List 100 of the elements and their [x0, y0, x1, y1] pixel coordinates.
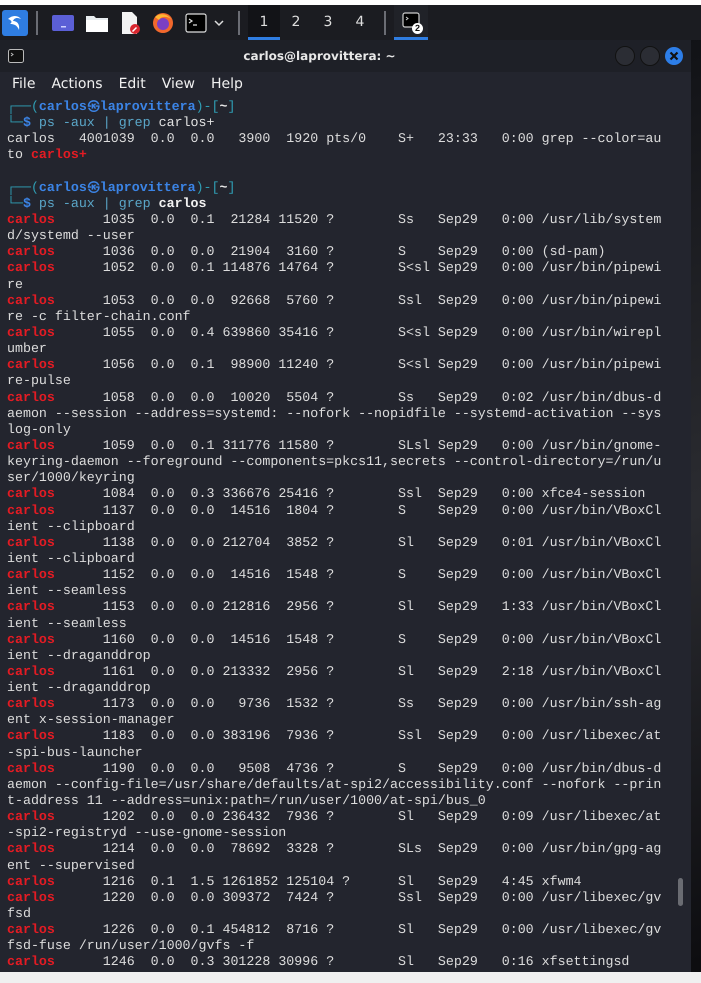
command-continuation: ient --seamless: [7, 583, 127, 598]
workspace-tab[interactable]: 3: [312, 5, 344, 40]
terminal-task-button[interactable]: 2: [394, 5, 428, 40]
prompt-user-host: carlos㉿laprovittera: [38, 99, 196, 114]
process-user: carlos: [7, 728, 55, 744]
prompt-frame: ]: [228, 180, 236, 195]
process-user: carlos: [7, 841, 55, 856]
document-pencil-icon[interactable]: [119, 10, 141, 34]
process-user: carlos: [7, 922, 55, 938]
command-text: ps -aux | grep: [38, 196, 151, 211]
command-continuation: aemon --config-file=/usr/share/defaults/at-spi2/accessibility.conf --nofork --prin: [7, 776, 662, 792]
process-row-text: 1160 0.0 0.0 14516 1548 ? S Sep29 0:00 /usr/bin/VBoxCl: [102, 632, 662, 647]
process-user: carlos: [7, 632, 55, 647]
command-continuation: re-pulse: [7, 373, 71, 388]
process-user: carlos: [7, 131, 55, 146]
prompt-frame: └─: [7, 115, 23, 130]
process-row-text: 1190 0.0 0.0 9508 4736 ? S Sep29 0:00 /usr/bin/dbus-d: [102, 760, 662, 776]
process-row-text: 1036 0.0 0.0 21904 3160 ? S Sep29 0:00 (sd-pam): [102, 244, 606, 260]
command-continuation: ient --clipboard: [7, 518, 135, 534]
prompt-sign: $: [22, 196, 31, 211]
command-argument: carlos+: [158, 115, 214, 130]
command-continuation: fsd: [7, 906, 31, 922]
process-user: carlos: [7, 696, 55, 712]
menu-item[interactable]: Edit: [110, 76, 154, 92]
workspace-tab[interactable]: 1: [248, 5, 280, 40]
process-user: carlos: [7, 534, 55, 550]
command-continuation: ient --draganddrop: [7, 680, 151, 696]
process-user: carlos: [7, 390, 55, 405]
command-continuation: re: [7, 276, 23, 292]
prompt-directory: ~: [220, 180, 228, 195]
process-row-text: 1084 0.0 0.3 336676 25416 ? Ssl Sep29 0:00 xfce4-session: [102, 486, 646, 502]
command-continuation: umber: [7, 341, 47, 356]
dragon-menu-icon[interactable]: [2, 10, 28, 36]
window-title: carlos@laprovittera: ~: [242, 49, 397, 63]
process-user: carlos: [7, 664, 55, 679]
process-row-text: 1214 0.0 0.0 78692 3328 ? SLs Sep29 0:00 /usr/bin/gpg-ag: [102, 841, 662, 856]
process-row-text: 1055 0.0 0.4 639860 35416 ? S<sl Sep29 0:00 /usr/bin/wirepl: [102, 324, 662, 340]
menu-item[interactable]: Help: [202, 76, 251, 92]
command-continuation: keyring-daemon --foreground --components=pkcs11,secrets --control-directory=/run/u: [7, 454, 662, 470]
process-user: carlos: [7, 567, 55, 582]
process-user: carlos: [7, 874, 55, 889]
prompt-frame: ┌──(: [7, 180, 39, 195]
process-row-text: 1058 0.0 0.0 10020 5504 ? Ss Sep29 0:02 /usr/bin/dbus-d: [102, 390, 662, 405]
command-continuation: t-address 11 --address=unix:path=/run/user/1000/at-spi/bus_0: [7, 793, 486, 808]
process-user: carlos: [7, 486, 55, 502]
process-row-text: 1202 0.0 0.0 236432 7936 ? Sl Sep29 0:09 /usr/libexec/at: [102, 809, 662, 824]
desktop-icon[interactable]: [51, 12, 75, 32]
process-user: carlos: [7, 357, 55, 372]
process-row-text: 1035 0.0 0.1 21284 11520 ? Ss Sep29 0:00 /usr/lib/system: [102, 212, 662, 227]
process-user: carlos: [7, 954, 55, 970]
command-text: ps -aux | grep: [38, 115, 151, 130]
menu-item[interactable]: View: [154, 76, 203, 92]
process-row-text: 1183 0.0 0.0 383196 7936 ? Ssl Sep29 0:00 /usr/libexec/at: [102, 728, 662, 744]
prompt-sign: $: [22, 115, 31, 130]
process-row-text: 1220 0.0 0.0 309372 7424 ? Ssl Sep29 0:00 /usr/libexec/gv: [102, 890, 662, 905]
menu-item[interactable]: File: [4, 76, 44, 92]
process-user: carlos: [7, 212, 55, 227]
command-continuation: fsd-fuse /run/user/1000/gvfs -f: [7, 938, 254, 954]
caret-icon[interactable]: [214, 18, 224, 26]
process-user: carlos: [7, 809, 55, 824]
process-user: carlos: [7, 244, 55, 260]
process-user: carlos: [7, 292, 55, 308]
process-row-text: 1161 0.0 0.0 213332 2956 ? Sl Sep29 2:18 /usr/bin/VBoxCl: [102, 664, 662, 679]
process-user: carlos: [7, 760, 55, 776]
process-user: carlos: [7, 502, 55, 518]
prompt-directory: ~: [220, 99, 228, 114]
command-continuation: -spi-bus-launcher: [7, 744, 143, 760]
process-user: carlos: [7, 599, 55, 614]
process-row-text: 1173 0.0 0.0 9736 1532 ? Ss Sep29 0:00 /usr/bin/ssh-ag: [102, 696, 662, 712]
prompt-frame: ┌──(: [7, 99, 39, 114]
process-row-text: 1138 0.0 0.0 212704 3852 ? Sl Sep29 0:01 /usr/bin/VBoxCl: [102, 534, 662, 550]
process-row-text: 1153 0.0 0.0 212816 2956 ? Sl Sep29 1:33 /usr/bin/VBoxCl: [102, 599, 662, 614]
command-continuation: ient --clipboard: [7, 550, 135, 566]
workspace-tab[interactable]: 4: [344, 5, 376, 40]
process-row-text: 1152 0.0 0.0 14516 1548 ? S Sep29 0:00 /usr/bin/VBoxCl: [102, 567, 662, 582]
command-continuation: log-only: [7, 422, 71, 437]
prompt-frame: )-[: [196, 180, 220, 195]
workspace-tab[interactable]: 2: [280, 5, 312, 40]
scrollbar-thumb[interactable]: [678, 878, 683, 906]
command-continuation: aemon --session --address=systemd: --nofork --nopidfile --systemd-activation --sys: [7, 406, 662, 421]
terminal-icon[interactable]: [185, 12, 207, 32]
process-user: carlos: [7, 890, 55, 905]
menu-item[interactable]: Actions: [43, 76, 111, 92]
process-row-text: 1056 0.0 0.1 98900 11240 ? S<sl Sep29 0:00 /usr/bin/pipewi: [102, 357, 662, 372]
process-row-text: 1052 0.0 0.1 114876 14764 ? S<sl Sep29 0:00 /usr/bin/pipewi: [102, 260, 662, 276]
command-argument: carlos: [158, 196, 207, 211]
process-row-text: 1053 0.0 0.0 92668 5760 ? Ssl Sep29 0:00 /usr/bin/pipewi: [102, 292, 662, 308]
command-continuation: ent x-session-manager: [7, 712, 175, 728]
command-continuation: ient --seamless: [7, 616, 127, 630]
close-icon[interactable]: [665, 47, 683, 65]
process-user: carlos: [7, 324, 55, 340]
browser-icon[interactable]: [151, 10, 175, 34]
command-continuation: ient --draganddrop: [7, 648, 151, 663]
command-continuation: ent --supervised: [7, 858, 135, 873]
prompt-user-host: carlos㉿laprovittera: [38, 180, 196, 195]
process-row-text: 1137 0.0 0.0 14516 1804 ? S Sep29 0:00 /usr/bin/VBoxCl: [102, 502, 662, 518]
command-continuation: re -c filter-chain.conf: [7, 308, 191, 324]
process-row-text: 1226 0.0 0.1 454812 8716 ? Sl Sep29 0:00 /usr/libexec/gv: [102, 922, 662, 938]
process-row-text: 4001039 0.0 0.0 3900 1920 pts/0 S+ 23:33 0:00 grep --color=au: [78, 131, 662, 146]
command-continuation: ser/1000/keyring: [7, 470, 135, 486]
